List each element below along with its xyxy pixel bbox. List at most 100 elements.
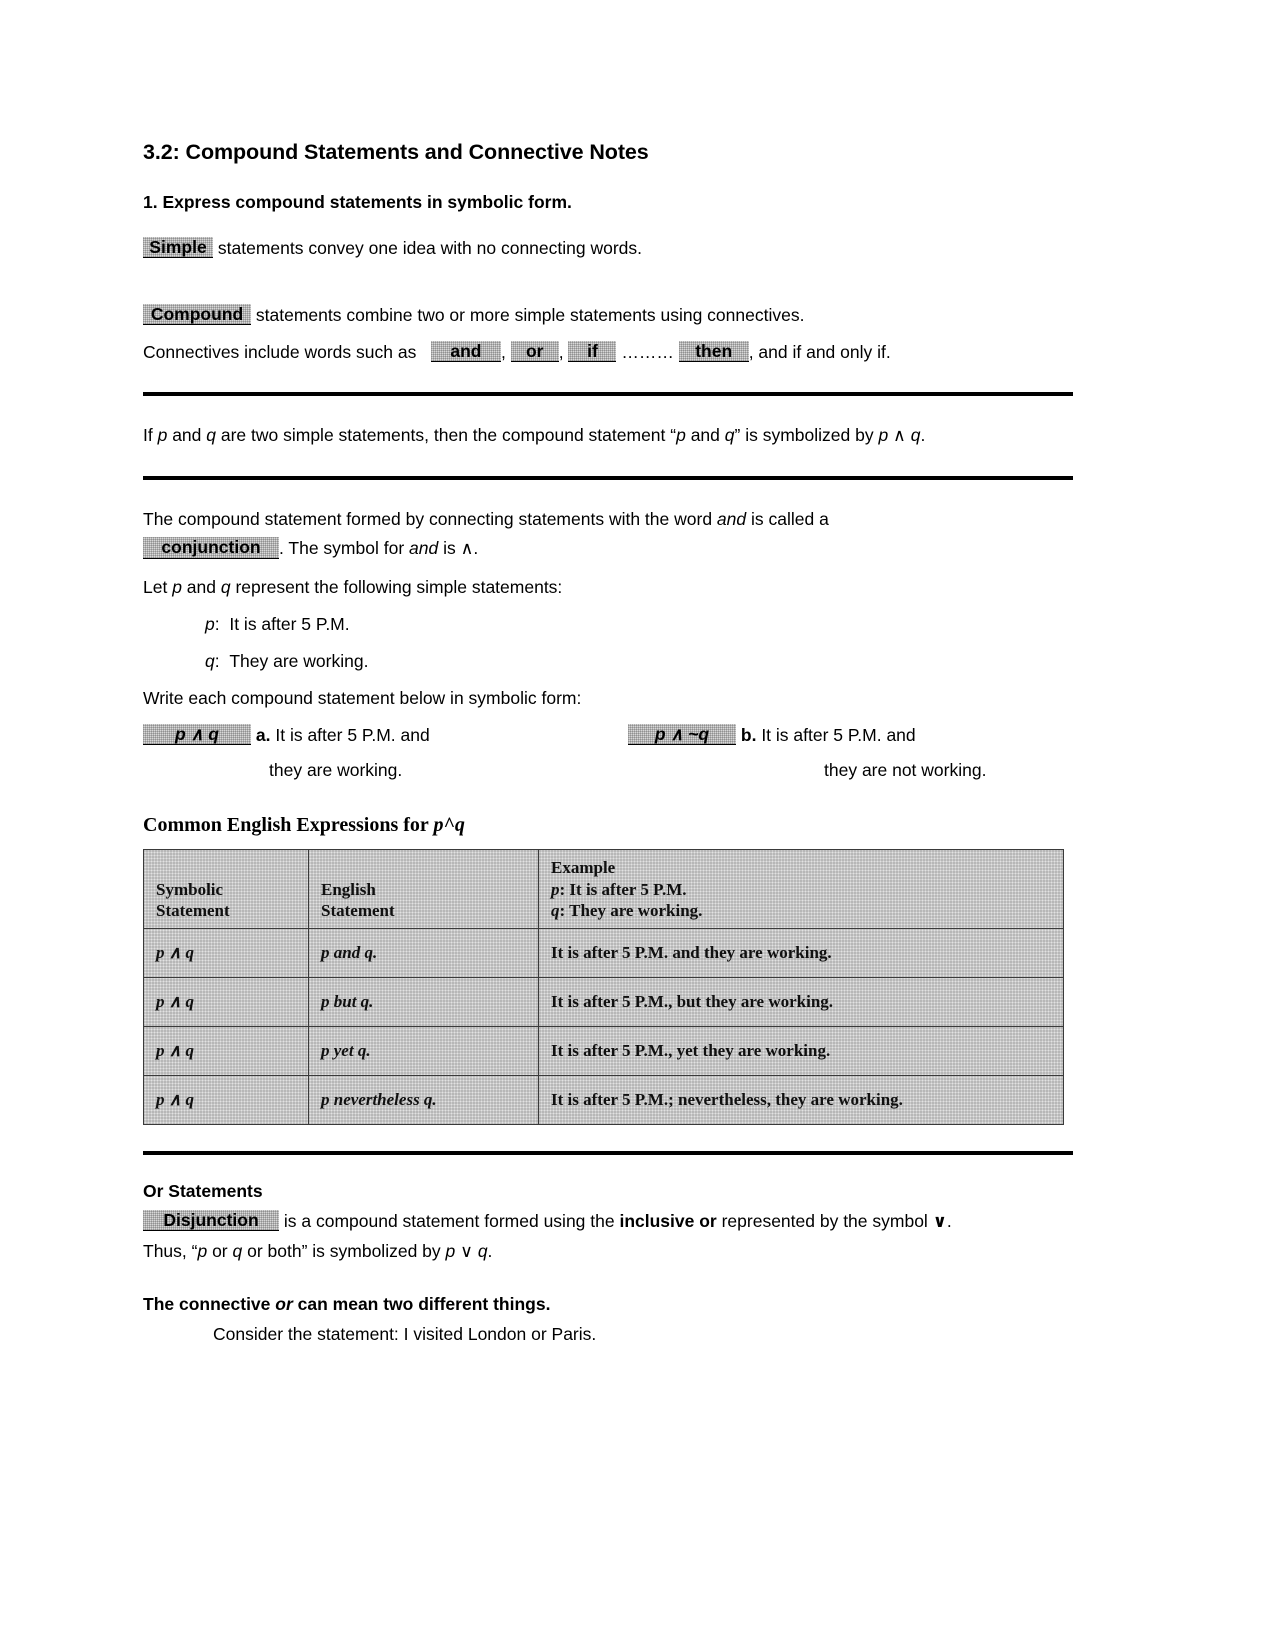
and-symbol-2: ∧ [460, 539, 474, 560]
def-var-q3: q [910, 425, 921, 446]
cell-symbolic: p ∧ q [143, 977, 309, 1028]
answers-row-second: they are working. they are not working. [143, 749, 1073, 784]
answer-b: p ∧ ~q b. It is after 5 P.M. and [608, 722, 1073, 749]
connectives-tail: , and if and only if. [748, 342, 891, 363]
table-header-row: Symbolic Statement English Statement Exa… [143, 849, 1064, 930]
table-body: p ∧ q p and q. It is after 5 P.M. and th… [143, 928, 1064, 1126]
blank-answer-a[interactable]: p ∧ q [143, 724, 251, 746]
or-statements-heading: Or Statements [143, 1181, 263, 1202]
let-statements-line: Let p and q represent the following simp… [143, 574, 1073, 601]
cell-example: It is after 5 P.M.; nevertheless, they a… [538, 1075, 1064, 1126]
compound-statement-line: Compound statements combine two or more … [143, 302, 1073, 329]
answer-b-letter: b. [740, 725, 757, 746]
english-expressions-table: Symbolic Statement English Statement Exa… [143, 849, 1064, 1126]
disjunction-line: Disjunction is a compound statement form… [143, 1208, 1073, 1236]
conj-word-and: and [716, 509, 747, 530]
connective-heading: The connective or can mean two different… [143, 1294, 1073, 1315]
blank-simple[interactable]: Simple [143, 236, 213, 258]
blank-or[interactable]: or [510, 341, 559, 363]
example-p-text: : It is after 5 P.M. [559, 879, 687, 899]
col-header-example-line3: q: They are working. [551, 900, 1051, 921]
answer-a-letter: a. [255, 725, 271, 746]
document-page: 3.2: Compound Statements and Connective … [0, 0, 1275, 1650]
col-header-symbolic: Symbolic Statement [143, 849, 309, 930]
write-prompt: Write each compound statement below in s… [143, 687, 582, 708]
spacer-before-connective [143, 1276, 1073, 1294]
def-text-b: and [167, 425, 207, 446]
cell-english: p but q. [308, 977, 539, 1028]
table-row: p ∧ q p yet q. It is after 5 P.M., yet t… [143, 1026, 1064, 1077]
blank-compound[interactable]: Compound [143, 303, 251, 326]
answer-a-line1: It is after 5 P.M. and [275, 725, 430, 746]
cell-example: It is after 5 P.M. and they are working. [538, 928, 1064, 979]
table-row: p ∧ q p but q. It is after 5 P.M., but t… [143, 977, 1064, 1028]
table-row: p ∧ q p nevertheless q. It is after 5 P.… [143, 1075, 1064, 1126]
disjunction-text-c: . [946, 1211, 952, 1232]
statement-p-colon: : [214, 613, 220, 634]
table-heading: Common English Expressions for p^q [143, 814, 1073, 837]
blank-conjunction[interactable]: conjunction [143, 537, 279, 559]
def-var-p3: p [878, 425, 889, 446]
let-var-p: p [172, 576, 182, 597]
cell-example: It is after 5 P.M., but they are working… [538, 977, 1064, 1028]
page-title: 3.2: Compound Statements and Connective … [143, 140, 649, 164]
answer-b-line1: It is after 5 P.M. and [761, 725, 916, 746]
spacer-before-table [143, 784, 1073, 814]
connective-heading-a: The connective [143, 1294, 276, 1315]
statement-q: q: They are working. [143, 648, 1073, 675]
answer-a-line2: they are working. [269, 760, 403, 781]
disjunction-text-b: represented by the symbol [716, 1211, 933, 1232]
connectives-line: Connectives include words such as and, o… [143, 339, 1073, 366]
or-symbol: ∨ [932, 1212, 947, 1233]
statement-p-var: p [205, 613, 215, 634]
let-text-a: Let [143, 576, 173, 597]
col-header-example-line2: p: It is after 5 P.M. [551, 879, 1051, 900]
col-header-english-line1: English [321, 879, 376, 899]
compound-statement-text: statements combine two or more simple st… [255, 304, 805, 325]
answer-a: p ∧ q a. It is after 5 P.M. and [143, 722, 608, 749]
thus-text-c: or both” is symbolized by [242, 1241, 446, 1262]
objective-heading: 1. Express compound statements in symbol… [143, 191, 572, 212]
let-text-c: represent the following simple statement… [230, 576, 563, 597]
def-var-q2: q [724, 425, 735, 446]
col-header-symbolic-line1: Symbolic [156, 879, 224, 899]
def-var-p: p [157, 425, 168, 446]
def-var-p2: p [676, 425, 686, 446]
divider-top [143, 392, 1073, 397]
blank-disjunction[interactable]: Disjunction [143, 1210, 279, 1232]
blank-and[interactable]: and [430, 341, 501, 363]
answer-b-cont: they are not working. [608, 749, 1073, 784]
col-header-english: English Statement [308, 849, 539, 930]
connectives-sep-2: , [558, 342, 564, 363]
answer-b-line2: they are not working. [824, 760, 987, 781]
divider-second [143, 476, 1073, 481]
def-text-d: and [685, 425, 725, 446]
connective-heading-b: can mean two different things. [292, 1294, 551, 1315]
conj-word-and-2: and [409, 538, 439, 559]
cell-example: It is after 5 P.M., yet they are working… [538, 1026, 1064, 1077]
blank-then[interactable]: then [678, 341, 749, 363]
blank-if[interactable]: if [568, 341, 617, 363]
thus-text-d: . [487, 1241, 493, 1262]
cell-english: p nevertheless q. [308, 1075, 539, 1126]
cell-symbolic: p ∧ q [143, 1075, 309, 1126]
thus-var-q: q [232, 1241, 243, 1262]
conj-text-a: The compound statement formed by connect… [143, 509, 717, 530]
def-var-q: q [206, 425, 216, 446]
and-symbol: ∧ [893, 426, 906, 447]
conjunction-definition: If p and q are two simple statements, th… [143, 422, 1073, 450]
connectives-lead: Connectives include words such as [143, 342, 417, 363]
conjunction-paragraph-line2: conjunction. The symbol for and is ∧. [143, 535, 1073, 563]
example-q-text: : They are working. [559, 900, 703, 920]
example-var-q: q [551, 900, 560, 920]
answers-row: p ∧ q a. It is after 5 P.M. and p ∧ ~q b… [143, 722, 1073, 749]
cell-english: p and q. [308, 928, 539, 979]
example-var-p: p [551, 879, 560, 899]
simple-statement-line: Simple statements convey one idea with n… [143, 235, 1073, 262]
thus-var-q2: q [477, 1241, 488, 1262]
cell-english: p yet q. [308, 1026, 539, 1077]
conjunction-paragraph-line1: The compound statement formed by connect… [143, 506, 1073, 533]
connectives-dots: ……… [621, 342, 674, 363]
blank-answer-b[interactable]: p ∧ ~q [628, 724, 736, 746]
